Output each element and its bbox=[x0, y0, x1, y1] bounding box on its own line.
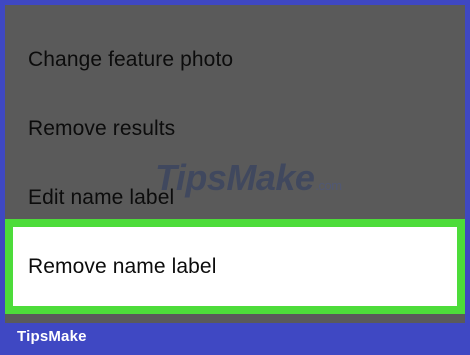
highlight-outline: Remove name label bbox=[5, 219, 465, 314]
context-menu: Change feature photo Remove results Edit… bbox=[5, 5, 465, 323]
menu-item-label: Change feature photo bbox=[28, 48, 234, 71]
menu-item-label: Remove results bbox=[28, 117, 176, 140]
menu-item-label: Remove name label bbox=[28, 254, 217, 278]
brand-logo: TipsMake bbox=[17, 328, 87, 345]
menu-item-remove-results[interactable]: Remove results bbox=[5, 95, 465, 163]
menu-item-change-feature-photo[interactable]: Change feature photo bbox=[5, 26, 465, 94]
menu-item-label: Edit name label bbox=[28, 186, 175, 209]
menu-item-remove-name-label[interactable]: Remove name label bbox=[13, 227, 457, 306]
